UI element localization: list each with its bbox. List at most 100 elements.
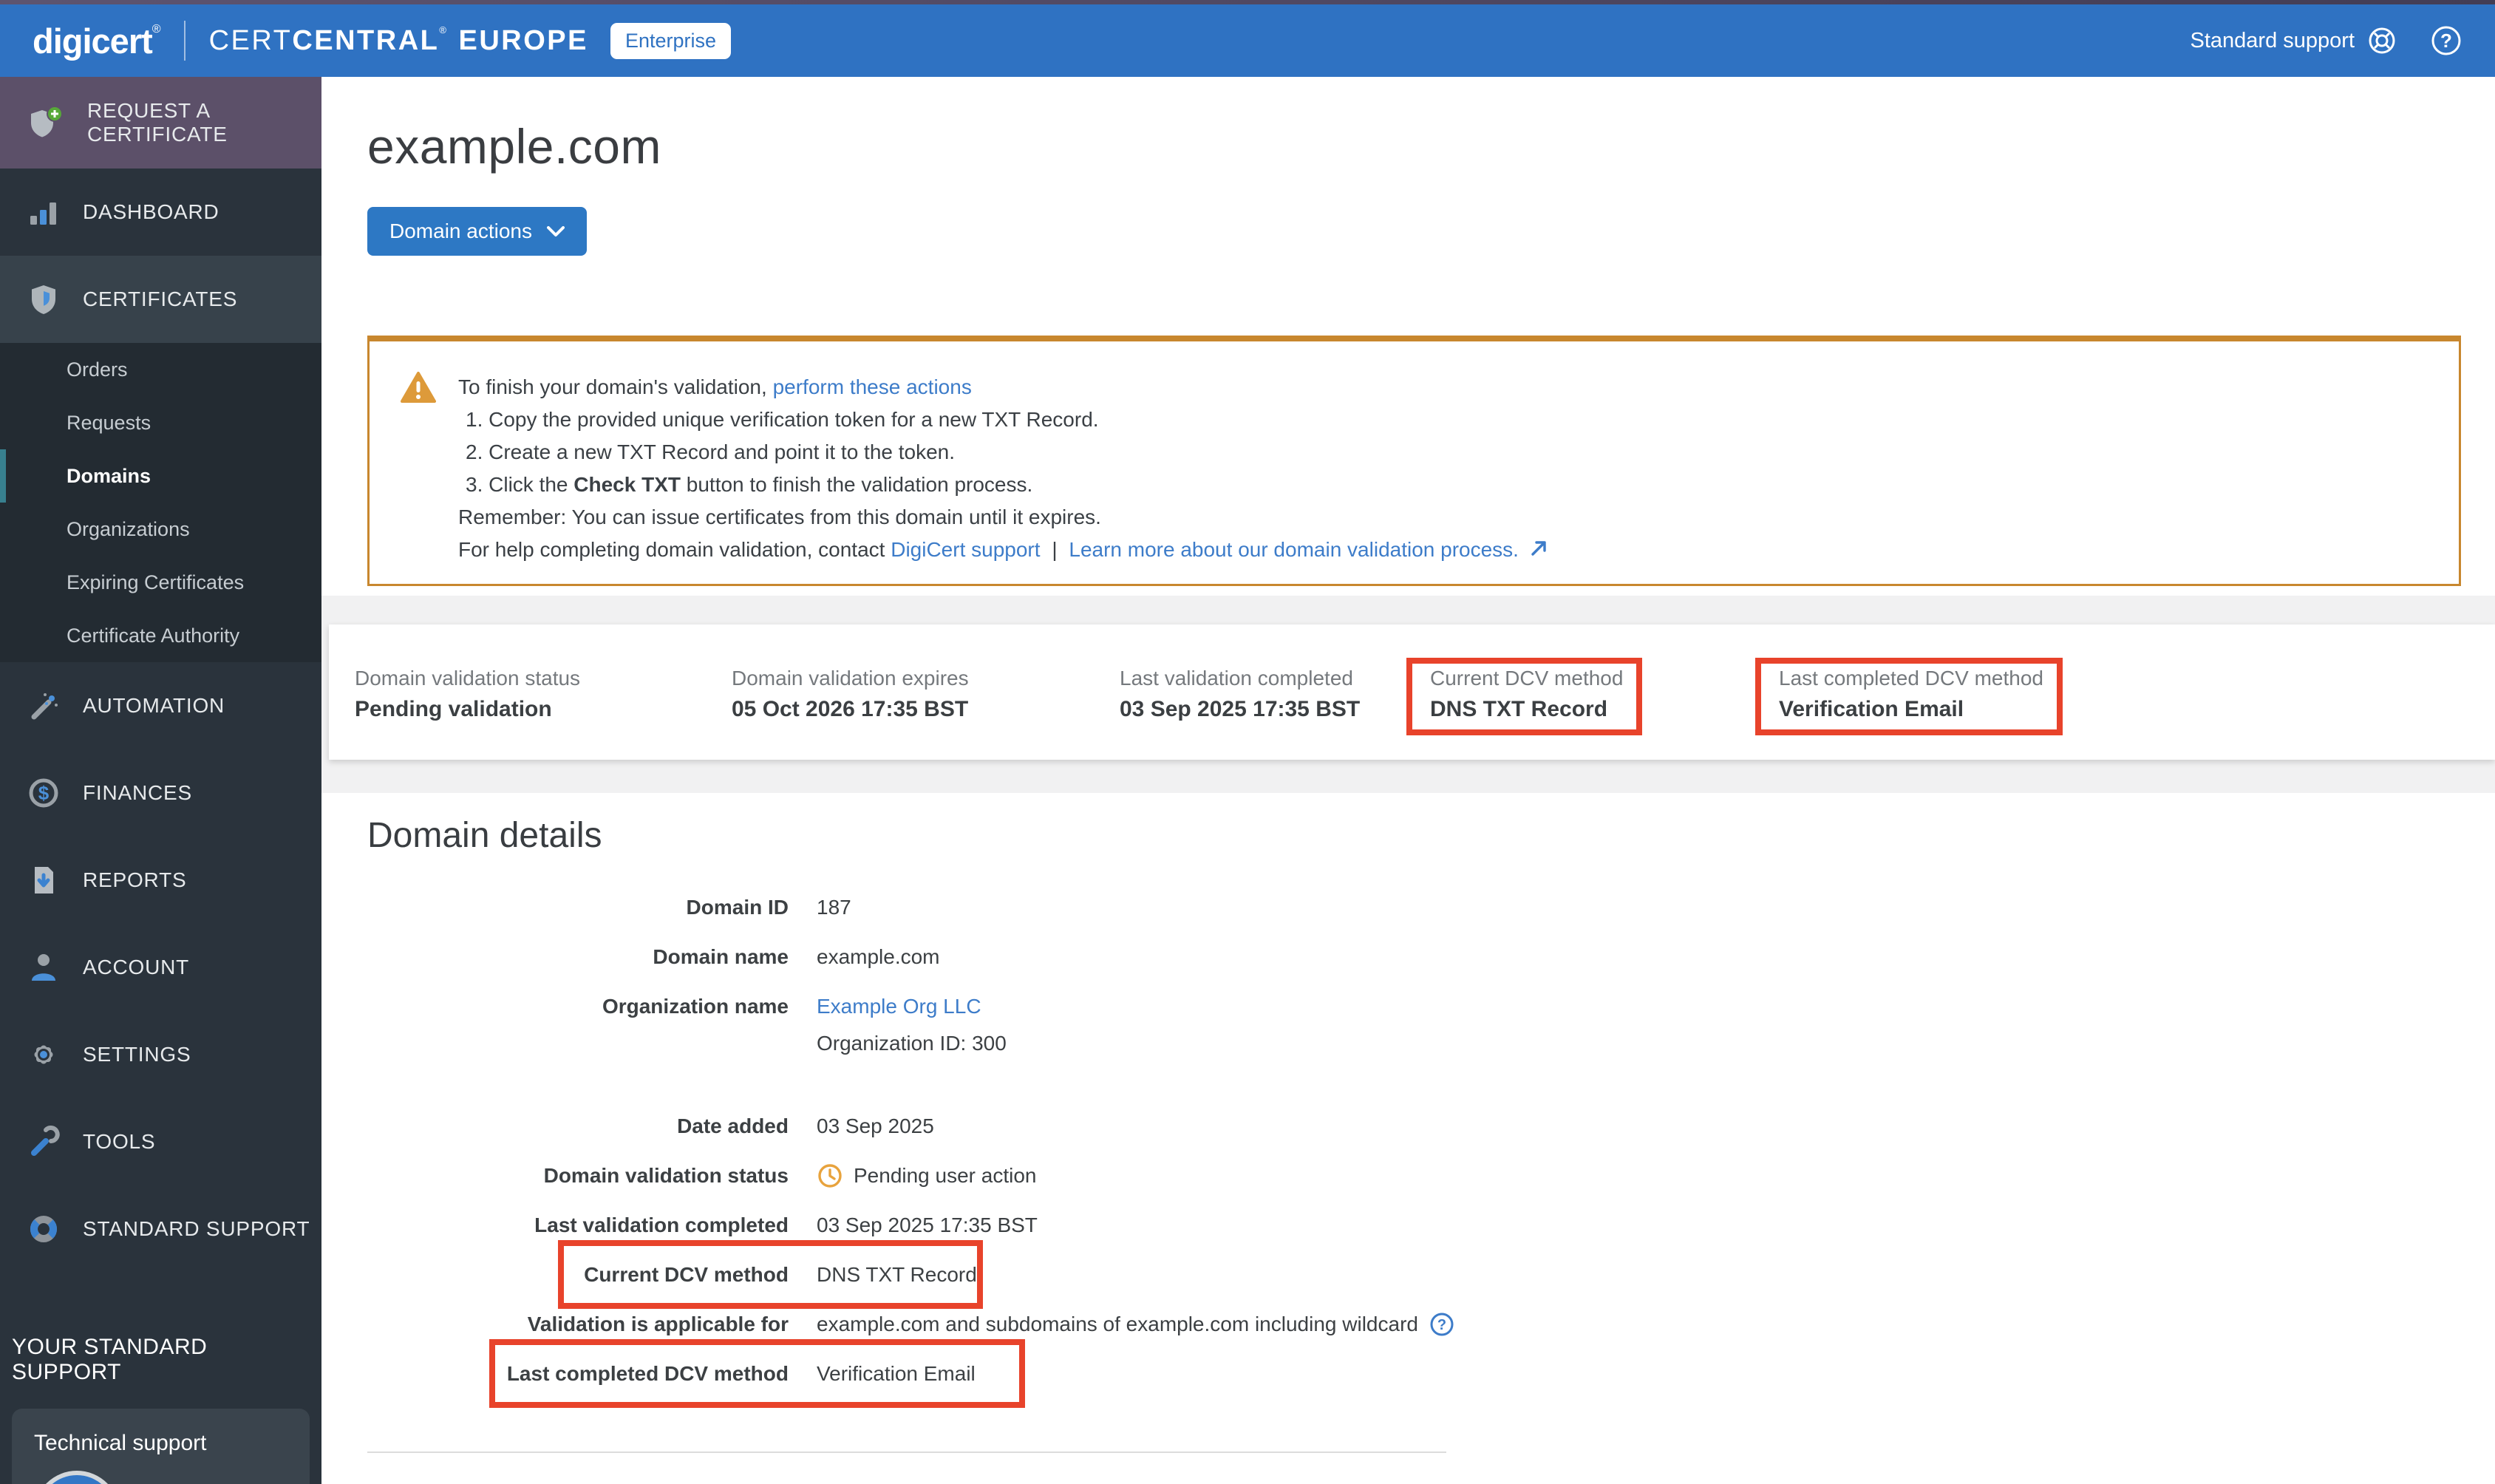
- sidebar-item-domains[interactable]: Domains: [0, 449, 321, 503]
- stat-label: Domain validation expires: [732, 667, 969, 690]
- sidebar-item-standard-support[interactable]: STANDARD SUPPORT: [0, 1185, 321, 1273]
- sidebar-item-organizations[interactable]: Organizations: [0, 503, 321, 556]
- shield-plus-icon: [31, 106, 63, 137]
- digicert-logo-text: digicert: [33, 21, 153, 61]
- page-title: example.com: [367, 119, 661, 174]
- header-branding: digicert® CERTCENTRAL® EUROPE Enterprise: [33, 21, 732, 61]
- sidebar-item-request-certificate[interactable]: REQUEST A CERTIFICATE: [0, 77, 321, 169]
- sidebar-item-label: DASHBOARD: [83, 200, 219, 223]
- dollar-circle-icon: $: [29, 778, 58, 808]
- stat-value: Pending validation: [355, 697, 552, 721]
- detail-label: Last validation completed: [534, 1213, 789, 1236]
- stat-label: Last validation completed: [1120, 667, 1353, 690]
- app-header: digicert® CERTCENTRAL® EUROPE Enterprise …: [0, 4, 2495, 77]
- alert-help: For help completing domain validation, c…: [458, 534, 1548, 566]
- bar-chart-icon: [30, 202, 56, 225]
- stat-value: 03 Sep 2025 17:35 BST: [1120, 697, 1361, 721]
- sidebar-item-expiring-certificates[interactable]: Expiring Certificates: [0, 556, 321, 609]
- status-band: Domain validation status Pending validat…: [321, 596, 2495, 793]
- detail-row-validation-applicable: Validation is applicable for example.com…: [367, 1299, 2495, 1349]
- sidebar-item-finances[interactable]: $ FINANCES: [0, 749, 321, 837]
- sidebar-item-requests[interactable]: Requests: [0, 396, 321, 449]
- support-avatar: [34, 1471, 120, 1484]
- detail-label: Current DCV method: [584, 1262, 789, 1286]
- your-support-heading: YOUR STANDARD SUPPORT: [12, 1335, 208, 1384]
- sidebar-item-label: AUTOMATION: [83, 694, 225, 717]
- digicert-logo[interactable]: digicert®: [33, 21, 161, 61]
- alert-step-3-bold: Check TXT: [573, 473, 681, 496]
- help-icon[interactable]: ?: [2430, 24, 2462, 57]
- applicable-text: example.com and subdomains of example.co…: [817, 1312, 1418, 1335]
- domain-actions-button[interactable]: Domain actions: [367, 207, 587, 256]
- sidebar-item-label: REQUEST A CERTIFICATE: [87, 99, 228, 146]
- validation-status-card: Domain validation status Pending validat…: [329, 624, 2495, 760]
- detail-value: Verification Email: [817, 1361, 976, 1385]
- detail-row-last-completed-dcv: Last completed DCV method Verification E…: [367, 1339, 2495, 1408]
- sidebar-item-reports[interactable]: REPORTS: [0, 837, 321, 924]
- support-contact-row[interactable]: Standard support: [34, 1471, 287, 1484]
- section-divider: [367, 1451, 1446, 1453]
- lifebuoy-icon: [30, 1216, 57, 1242]
- wrench-icon: [31, 1126, 60, 1156]
- sidebar-item-label: CERTIFICATES: [83, 287, 238, 310]
- detail-row-current-dcv-method: Current DCV method DNS TXT Record: [367, 1240, 2495, 1309]
- registered-mark: ®: [439, 24, 449, 35]
- detail-value: DNS TXT Record: [817, 1262, 977, 1286]
- alert-step-3-post: button to finish the validation process.: [680, 473, 1033, 496]
- perform-actions-link[interactable]: perform these actions: [773, 375, 972, 398]
- detail-row-domain-id: Domain ID 187: [367, 882, 2495, 932]
- certcentral-central: CENTRAL: [292, 25, 440, 56]
- detail-value: example.com and subdomains of example.co…: [817, 1311, 1455, 1338]
- sidebar-item-account[interactable]: ACCOUNT: [0, 924, 321, 1011]
- digicert-support-link[interactable]: DigiCert support: [891, 538, 1040, 561]
- sidebar: REQUEST A CERTIFICATE DASHBOARD CERTIFIC…: [0, 77, 321, 1484]
- person-icon: [32, 954, 55, 981]
- stat-label: Current DCV method: [1430, 667, 1624, 690]
- header-divider: [183, 21, 185, 61]
- help-icon[interactable]: ?: [1429, 1311, 1455, 1338]
- sidebar-item-automation[interactable]: AUTOMATION: [0, 662, 321, 749]
- validation-alert: To finish your domain's validation, perf…: [367, 336, 2461, 586]
- magic-wand-icon: [31, 693, 58, 720]
- stat-value: DNS TXT Record: [1430, 697, 1608, 721]
- sidebar-item-certificate-authority[interactable]: Certificate Authority: [0, 609, 321, 662]
- alert-step-3: 3. Click the Check TXT button to finish …: [458, 469, 1548, 501]
- stat-last-completed-dcv-annotated: Last completed DCV method Verification E…: [1755, 658, 2063, 735]
- lifebuoy-icon[interactable]: [2366, 25, 2397, 56]
- stat-current-dcv-method-annotated: Current DCV method DNS TXT Record: [1406, 658, 1643, 735]
- sidebar-item-certificates[interactable]: CERTIFICATES: [0, 256, 321, 343]
- sidebar-item-orders[interactable]: Orders: [0, 343, 321, 396]
- certcentral-logo: CERTCENTRAL® EUROPE: [209, 24, 588, 57]
- chevron-down-icon: [546, 225, 565, 236]
- svg-text:$: $: [38, 782, 50, 804]
- sidebar-item-label: ACCOUNT: [83, 956, 190, 978]
- validation-process-link[interactable]: Learn more about our domain validation p…: [1069, 538, 1519, 561]
- stat-value: Verification Email: [1779, 697, 1964, 721]
- domain-header-section: example.com Domain actions To finish you…: [321, 77, 2495, 596]
- sidebar-item-dashboard[interactable]: DASHBOARD: [0, 169, 321, 256]
- detail-row-domain-name: Domain name example.com: [367, 932, 2495, 981]
- detail-label: Date added: [677, 1114, 789, 1137]
- detail-value: example.com: [817, 944, 940, 968]
- detail-label: Domain name: [653, 944, 789, 968]
- detail-label: Domain validation status: [543, 1163, 789, 1187]
- organization-id: Organization ID: 300: [817, 1032, 1007, 1055]
- standard-support-label[interactable]: Standard support: [2191, 29, 2355, 53]
- alert-step-2: 2. Create a new TXT Record and point it …: [466, 440, 956, 463]
- detail-value: Example Org LLC Organization ID: 300: [817, 981, 1007, 1055]
- detail-label: Domain ID: [686, 895, 789, 919]
- sidebar-item-label: STANDARD SUPPORT: [83, 1217, 310, 1240]
- certificates-submenu: Orders Requests Domains Organizations Ex…: [0, 343, 321, 662]
- organization-link[interactable]: Example Org LLC: [817, 981, 981, 1031]
- certcentral-app: digicert® CERTCENTRAL® EUROPE Enterprise …: [0, 0, 2495, 1484]
- sidebar-item-settings[interactable]: SETTINGS: [0, 1011, 321, 1098]
- detail-value: 03 Sep 2025 17:35 BST: [817, 1213, 1038, 1236]
- alert-intro-text: To finish your domain's validation,: [458, 375, 767, 398]
- sidebar-item-tools[interactable]: TOOLS: [0, 1098, 321, 1185]
- sidebar-item-label: TOOLS: [83, 1130, 156, 1153]
- detail-row-organization: Organization name Example Org LLC Organi…: [367, 981, 2495, 1064]
- alert-intro: To finish your domain's validation, perf…: [458, 371, 1548, 404]
- detail-label: Last completed DCV method: [506, 1361, 789, 1385]
- svg-text:?: ?: [1437, 1317, 1446, 1333]
- alert-remember: Remember: You can issue certificates fro…: [458, 506, 1101, 528]
